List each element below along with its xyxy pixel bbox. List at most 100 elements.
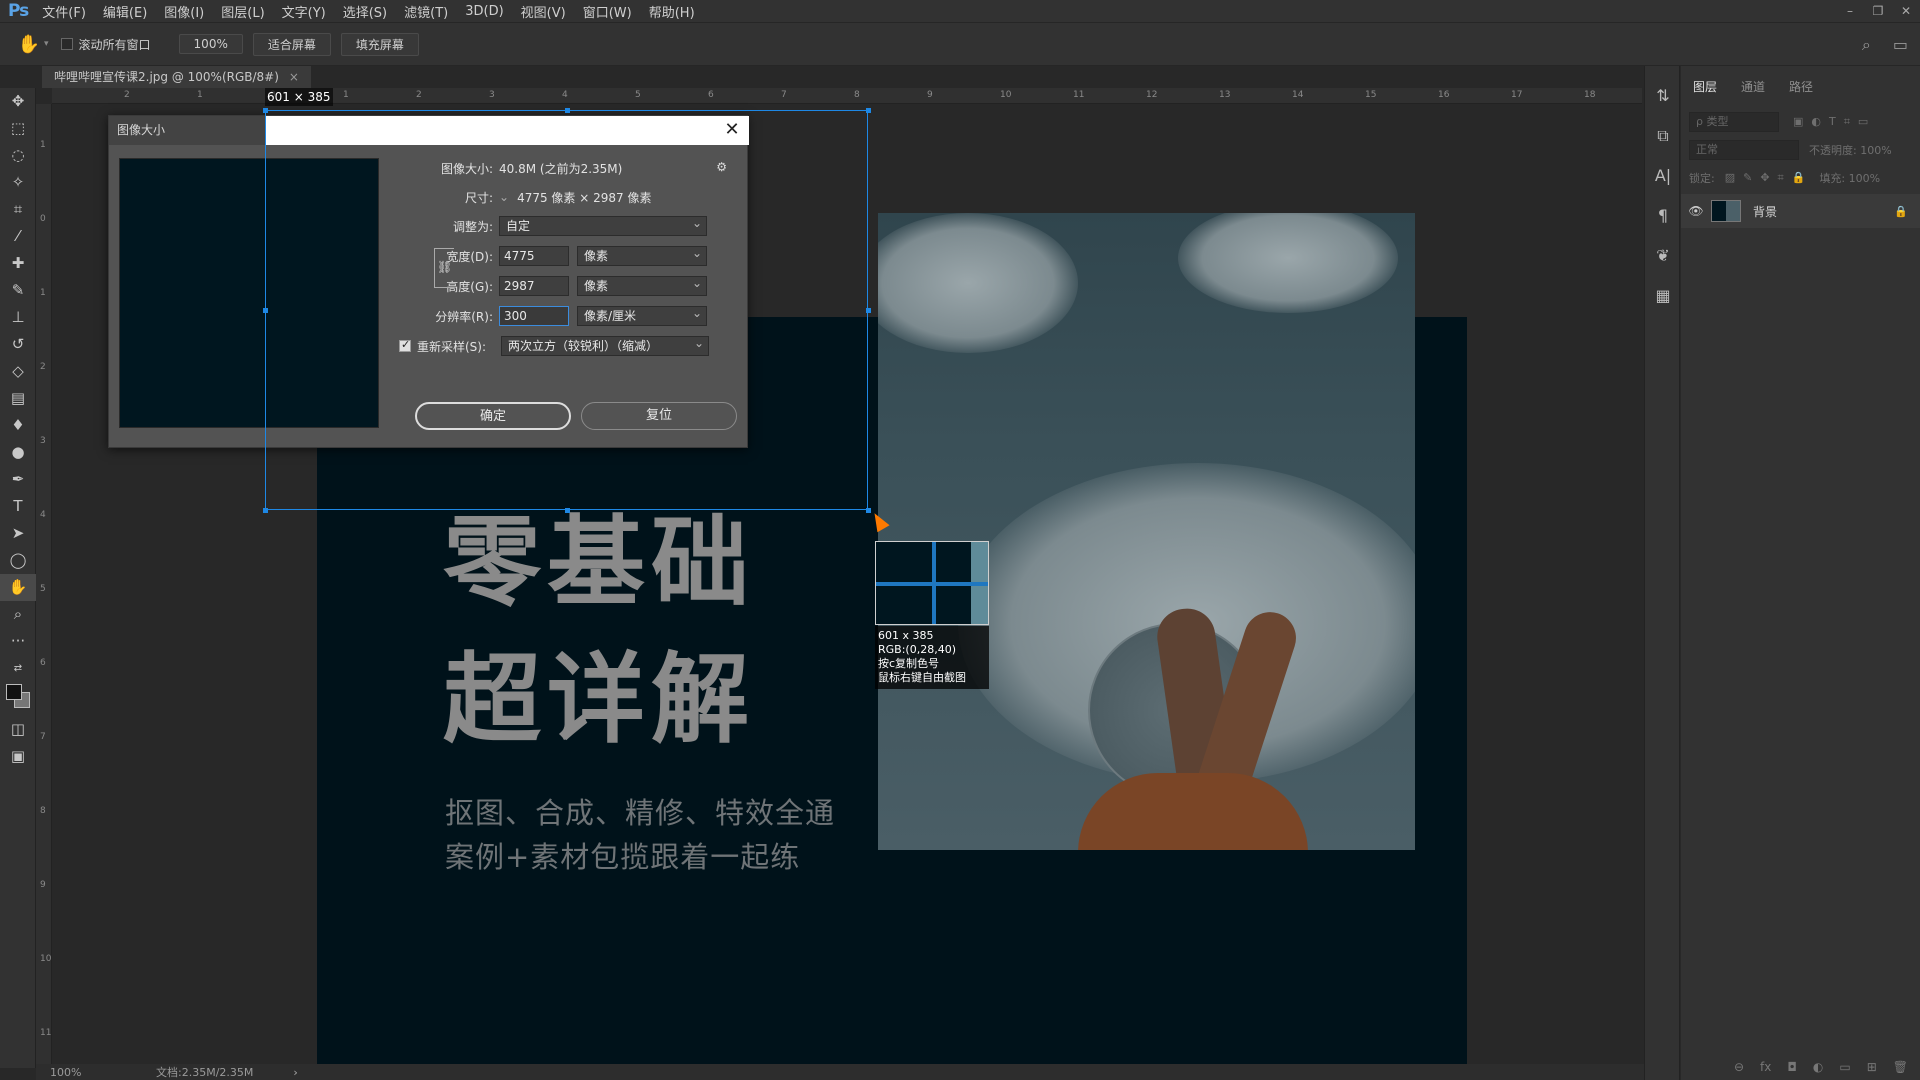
trash-icon[interactable]: 🗑	[1893, 1060, 1908, 1074]
character-icon[interactable]: A|	[1645, 156, 1681, 196]
close-window-button[interactable]: ✕	[1892, 0, 1920, 22]
brush-settings-icon[interactable]: ❦	[1645, 236, 1681, 276]
lasso-tool-icon[interactable]: ◌	[0, 142, 36, 169]
grid-icon[interactable]: ▦	[1645, 276, 1681, 316]
crop-tool-icon[interactable]: ⌗	[0, 196, 36, 223]
menu-image[interactable]: 图像(I)	[164, 2, 204, 21]
adjustment-layer-icon[interactable]: ◐	[1813, 1060, 1823, 1074]
link-layers-icon[interactable]: ⊖	[1734, 1060, 1744, 1074]
hand-tool-icon[interactable]: ✋	[14, 34, 44, 55]
stamp-tool-icon[interactable]: ⊥	[0, 304, 36, 331]
menu-select[interactable]: 选择(S)	[343, 2, 387, 21]
document-tab[interactable]: 哔哩哔哩宣传课2.jpg @ 100%(RGB/8#) ×	[42, 66, 311, 88]
layer-filter-input[interactable]: ρ 类型	[1689, 112, 1779, 132]
headline-line-2: 超详解	[443, 643, 756, 757]
more-tools-icon[interactable]: ···	[0, 628, 36, 655]
workspace-icon[interactable]: ▭	[1893, 35, 1908, 55]
selection-handle[interactable]	[263, 508, 268, 513]
tab-channels[interactable]: 通道	[1729, 78, 1777, 98]
magic-wand-tool-icon[interactable]: ✧	[0, 169, 36, 196]
layer-item-background[interactable]: 👁 背景 🔒	[1681, 194, 1920, 228]
fill-screen-button[interactable]: 填充屏幕	[340, 32, 419, 56]
type-tool-icon[interactable]: T	[0, 493, 36, 520]
ruler-tick-label: 1	[40, 288, 46, 298]
new-layer-icon[interactable]: ⊞	[1867, 1060, 1877, 1074]
screen-mode-icon[interactable]: ▣	[0, 743, 36, 770]
menu-window[interactable]: 窗口(W)	[583, 2, 632, 21]
zoom-tool-icon[interactable]: ⌕	[0, 601, 36, 628]
foreground-color-swatch[interactable]	[6, 684, 22, 700]
blend-mode-select[interactable]: 正常	[1689, 140, 1799, 160]
selection-handle[interactable]	[263, 308, 268, 313]
selection-handle[interactable]	[565, 108, 570, 113]
eye-icon[interactable]: 👁	[1681, 204, 1711, 218]
minimize-button[interactable]: –	[1836, 0, 1864, 22]
gradient-tool-icon[interactable]: ▤	[0, 385, 36, 412]
paragraph-icon[interactable]: ¶	[1645, 196, 1681, 236]
scroll-all-checkbox[interactable]	[60, 38, 73, 50]
picker-hint-copy: 按c复制色号	[878, 657, 940, 670]
history-brush-tool-icon[interactable]: ↺	[0, 331, 36, 358]
menu-3d[interactable]: 3D(D)	[465, 4, 503, 19]
options-bar: ✋ ▾ 滚动所有窗口 100% 适合屏幕 填充屏幕 ⌕ ▭	[0, 22, 1920, 66]
ruler-tick-label: 12	[1146, 90, 1158, 100]
tool-preset-caret-icon[interactable]: ▾	[44, 39, 49, 49]
new-group-icon[interactable]: ▭	[1839, 1060, 1850, 1074]
fx-icon[interactable]: fx	[1760, 1060, 1771, 1074]
menu-filter[interactable]: 滤镜(T)	[404, 2, 448, 21]
selection-handle[interactable]	[565, 508, 570, 513]
marquee-tool-icon[interactable]: ⬚	[0, 115, 36, 142]
opacity-field[interactable]: 不透明度: 100%	[1809, 142, 1892, 158]
eraser-tool-icon[interactable]: ◇	[0, 358, 36, 385]
hand-tool-icon[interactable]: ✋	[0, 574, 36, 601]
menu-edit[interactable]: 编辑(E)	[103, 2, 147, 21]
layer-filter-icons[interactable]: ▣◐T⌗▭	[1793, 115, 1876, 129]
history-icon[interactable]: ⇅	[1645, 76, 1681, 116]
fill-field[interactable]: 填充: 100%	[1819, 170, 1880, 186]
menu-file[interactable]: 文件(F)	[42, 2, 86, 21]
tab-paths[interactable]: 路径	[1777, 78, 1825, 98]
ruler-tick-label: 4	[562, 90, 568, 100]
menu-type[interactable]: 文字(Y)	[282, 2, 326, 21]
shape-tool-icon[interactable]: ◯	[0, 547, 36, 574]
subline-2: 案例+素材包揽跟着一起练	[445, 840, 801, 874]
zoom-100-button[interactable]: 100%	[178, 34, 243, 54]
pen-tool-icon[interactable]: ✒	[0, 466, 36, 493]
blur-tool-icon[interactable]: ♦	[0, 412, 36, 439]
picker-size: 601 x 385	[878, 629, 934, 642]
swap-colors-icon[interactable]: ⇄	[0, 655, 36, 682]
cloud-shape	[878, 213, 1078, 353]
selection-handle[interactable]	[866, 108, 871, 113]
lock-icon: 🔒	[1894, 204, 1908, 218]
status-zoom[interactable]: 100%	[50, 1066, 120, 1079]
color-swatches[interactable]	[0, 682, 35, 716]
restore-button[interactable]: ❐	[1864, 0, 1892, 22]
add-mask-icon[interactable]: ◘	[1787, 1060, 1797, 1074]
path-selection-tool-icon[interactable]: ➤	[0, 520, 36, 547]
move-tool-icon[interactable]: ✥	[0, 88, 36, 115]
selection-handle[interactable]	[866, 508, 871, 513]
tab-layers[interactable]: 图层	[1681, 78, 1729, 98]
selection-handle[interactable]	[263, 108, 268, 113]
menu-bar: Ps 文件(F) 编辑(E) 图像(I) 图层(L) 文字(Y) 选择(S) 滤…	[0, 0, 1920, 22]
quick-mask-icon[interactable]: ◫	[0, 716, 36, 743]
ruler-tick-label: 3	[489, 90, 495, 100]
search-icon[interactable]: ⌕	[1862, 35, 1871, 55]
picker-rgb: RGB:(0,28,40)	[878, 643, 956, 656]
dodge-tool-icon[interactable]: ●	[0, 439, 36, 466]
menu-layer[interactable]: 图层(L)	[221, 2, 264, 21]
fit-screen-button[interactable]: 适合屏幕	[252, 32, 331, 56]
status-menu-arrow[interactable]: ›	[293, 1066, 297, 1079]
lock-icons[interactable]: ▨✎✥⌗🔒	[1725, 171, 1814, 185]
document-tab-bar: 哔哩哔哩宣传课2.jpg @ 100%(RGB/8#) ×	[36, 66, 1644, 88]
screenshot-selection[interactable]	[265, 110, 868, 510]
eyedropper-tool-icon[interactable]: ⁄	[0, 223, 36, 250]
document-tab-close-icon[interactable]: ×	[289, 70, 299, 84]
healing-brush-tool-icon[interactable]: ✚	[0, 250, 36, 277]
ruler-tick-label: 1	[40, 140, 46, 150]
menu-help[interactable]: 帮助(H)	[649, 2, 695, 21]
selection-handle[interactable]	[866, 308, 871, 313]
menu-view[interactable]: 视图(V)	[521, 2, 566, 21]
properties-icon[interactable]: ⧉	[1645, 116, 1681, 156]
brush-tool-icon[interactable]: ✎	[0, 277, 36, 304]
